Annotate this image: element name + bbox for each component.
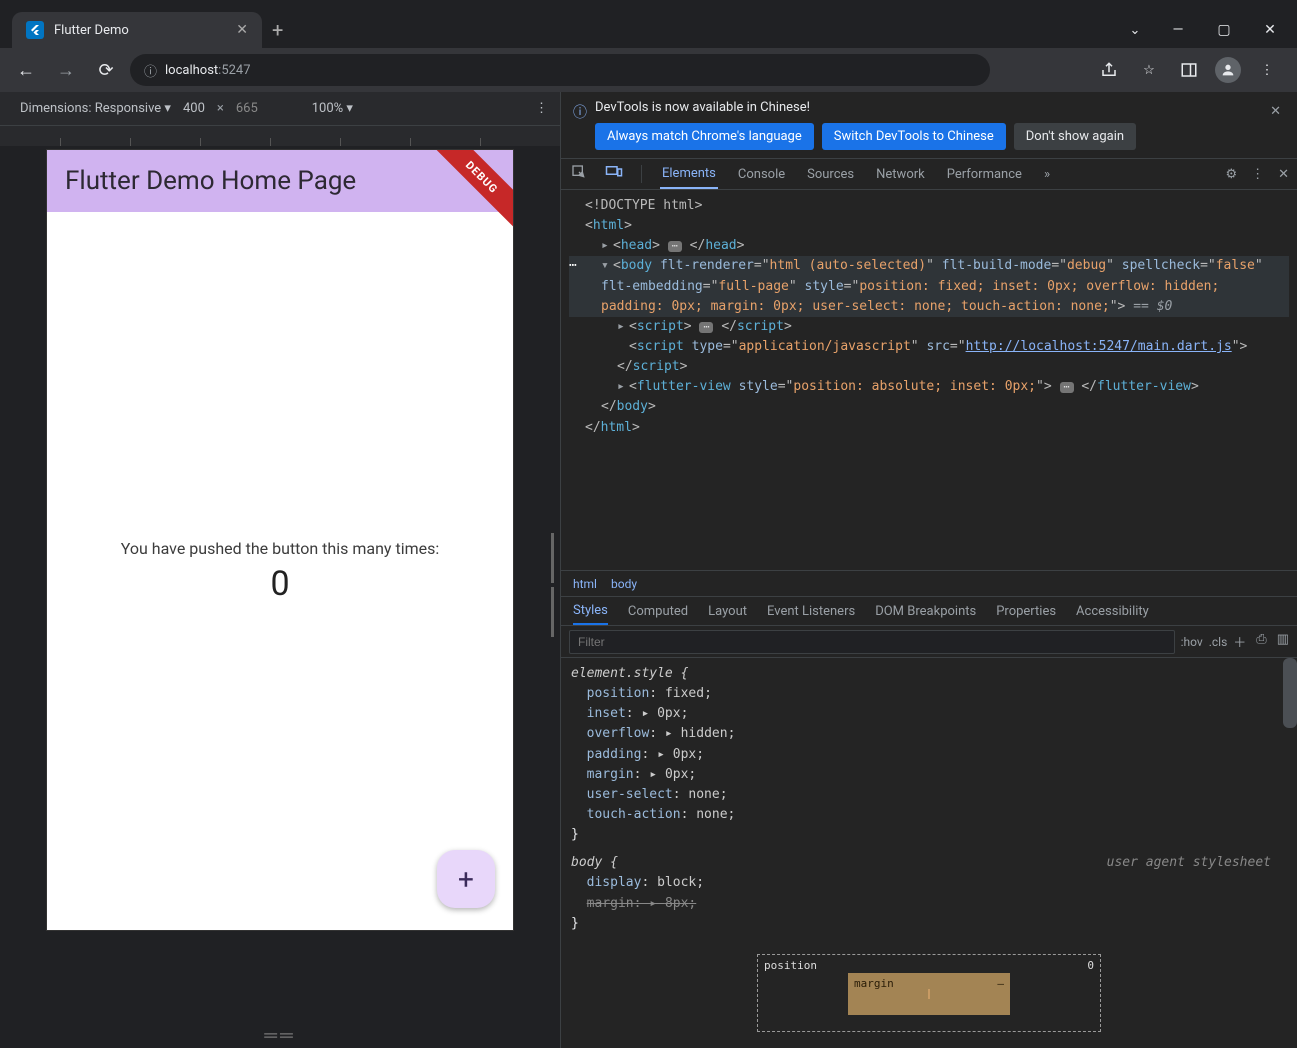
counter-value: 0 bbox=[270, 564, 289, 604]
print-icon[interactable]: ⎙ bbox=[1256, 632, 1266, 651]
devtools-notice: ⓘ DevTools is now available in Chinese! … bbox=[561, 92, 1297, 158]
side-panel-icon[interactable] bbox=[1175, 56, 1203, 84]
switch-language-button[interactable]: Switch DevTools to Chinese bbox=[822, 123, 1006, 150]
url-port: :5247 bbox=[218, 63, 250, 78]
simulated-viewport[interactable]: Flutter Demo Home Page DEBUG You have pu… bbox=[47, 150, 513, 930]
dimension-x: × bbox=[217, 101, 224, 116]
elements-breadcrumb: html body bbox=[561, 570, 1297, 596]
counter-message: You have pushed the button this many tim… bbox=[121, 539, 439, 558]
back-button[interactable]: ← bbox=[10, 54, 42, 86]
url-host: localhost bbox=[165, 63, 218, 78]
devtools-tabs: Elements Console Sources Network Perform… bbox=[561, 158, 1297, 190]
tab-layout[interactable]: Layout bbox=[708, 597, 747, 625]
window-controls: ⌄ — ▢ ✕ bbox=[1115, 12, 1293, 48]
dimensions-dropdown[interactable]: Dimensions: Responsive ▾ bbox=[20, 101, 171, 116]
viewport-width[interactable]: 400 bbox=[183, 101, 205, 116]
appbar-title: Flutter Demo Home Page bbox=[65, 166, 356, 196]
flutter-icon bbox=[26, 21, 44, 39]
styles-body[interactable]: element.style { position: fixed; inset: … bbox=[561, 658, 1297, 1048]
gear-icon[interactable]: ⚙ bbox=[1225, 167, 1237, 182]
tab-sources[interactable]: Sources bbox=[805, 159, 856, 189]
more-icon[interactable]: ⋮ bbox=[535, 101, 548, 116]
share-icon[interactable] bbox=[1095, 56, 1123, 84]
omnibox[interactable]: ⓘ localhost:5247 bbox=[130, 54, 990, 86]
tabs-more[interactable]: » bbox=[1042, 159, 1052, 189]
close-icon[interactable]: ✕ bbox=[1278, 167, 1289, 182]
notice-text: DevTools is now available in Chinese! bbox=[595, 100, 1258, 115]
plus-icon[interactable]: ＋ bbox=[1233, 632, 1246, 651]
devtools-pane: ⓘ DevTools is now available in Chinese! … bbox=[560, 92, 1297, 1048]
device-pane: Dimensions: Responsive ▾ 400 × 665 100% … bbox=[0, 92, 560, 1048]
element-style-rule: element.style { bbox=[571, 664, 1287, 684]
device-mode-icon[interactable] bbox=[605, 165, 623, 183]
panel-icon[interactable]: ▥ bbox=[1277, 632, 1289, 651]
inspect-icon[interactable] bbox=[571, 164, 587, 184]
reload-button[interactable]: ⟳ bbox=[90, 54, 122, 86]
window-titlebar: Flutter Demo ✕ + ⌄ — ▢ ✕ bbox=[0, 0, 1297, 48]
device-toolbar: Dimensions: Responsive ▾ 400 × 665 100% … bbox=[0, 92, 560, 126]
address-bar: ← → ⟳ ⓘ localhost:5247 ☆ ⋮ bbox=[0, 48, 1297, 92]
zoom-dropdown[interactable]: 100% ▾ bbox=[312, 101, 353, 116]
close-icon[interactable]: ✕ bbox=[236, 22, 248, 38]
menu-icon[interactable]: ⋮ bbox=[1253, 56, 1281, 84]
filter-input[interactable] bbox=[569, 630, 1175, 654]
info-icon: ⓘ bbox=[144, 61, 157, 80]
ruler bbox=[0, 126, 560, 146]
tab-computed[interactable]: Computed bbox=[628, 597, 688, 625]
app-body: You have pushed the button this many tim… bbox=[47, 212, 513, 930]
forward-button[interactable]: → bbox=[50, 54, 82, 86]
styles-tabs: Styles Computed Layout Event Listeners D… bbox=[561, 596, 1297, 626]
tab-event-listeners[interactable]: Event Listeners bbox=[767, 597, 855, 625]
drag-indicator[interactable]: ══ bbox=[0, 1023, 560, 1048]
match-language-button[interactable]: Always match Chrome's language bbox=[595, 123, 814, 150]
crumb-html[interactable]: html bbox=[573, 577, 597, 591]
tab-elements[interactable]: Elements bbox=[660, 159, 718, 189]
tab-dom-breakpoints[interactable]: DOM Breakpoints bbox=[875, 597, 976, 625]
maximize-button[interactable]: ▢ bbox=[1201, 12, 1247, 48]
tab-styles[interactable]: Styles bbox=[573, 597, 608, 625]
more-icon[interactable]: ⋮ bbox=[1251, 167, 1264, 182]
tab-title: Flutter Demo bbox=[54, 23, 226, 38]
scrollbar[interactable] bbox=[1283, 658, 1297, 728]
tab-console[interactable]: Console bbox=[736, 159, 787, 189]
styles-filter-row: :hov .cls ＋ ⎙ ▥ bbox=[561, 626, 1297, 658]
box-model: position 0 margin – bbox=[571, 934, 1287, 1032]
body-rule: body { bbox=[571, 855, 618, 870]
tab-properties[interactable]: Properties bbox=[996, 597, 1056, 625]
flutter-appbar: Flutter Demo Home Page bbox=[47, 150, 513, 212]
new-tab-button[interactable]: + bbox=[272, 18, 283, 42]
hov-toggle[interactable]: :hov bbox=[1181, 635, 1203, 649]
tab-accessibility[interactable]: Accessibility bbox=[1076, 597, 1149, 625]
info-icon: ⓘ bbox=[573, 102, 587, 122]
elements-tree[interactable]: <!DOCTYPE html> <html> ▸<head> ⋯ </head>… bbox=[561, 190, 1297, 570]
dont-show-button[interactable]: Don't show again bbox=[1014, 123, 1136, 150]
resize-handle[interactable] bbox=[551, 533, 554, 637]
fab-add-button[interactable]: + bbox=[437, 850, 495, 908]
tab-performance[interactable]: Performance bbox=[945, 159, 1024, 189]
crumb-body[interactable]: body bbox=[611, 577, 637, 591]
viewport-height[interactable]: 665 bbox=[236, 101, 258, 116]
browser-tab-active[interactable]: Flutter Demo ✕ bbox=[12, 12, 262, 48]
close-icon[interactable]: ✕ bbox=[1266, 100, 1285, 123]
profile-avatar[interactable] bbox=[1215, 57, 1241, 83]
close-button[interactable]: ✕ bbox=[1247, 12, 1293, 48]
cls-toggle[interactable]: .cls bbox=[1209, 635, 1228, 649]
bookmark-icon[interactable]: ☆ bbox=[1135, 56, 1163, 84]
chevron-down-icon[interactable]: ⌄ bbox=[1115, 12, 1155, 48]
browser-tabs: Flutter Demo ✕ + bbox=[0, 12, 283, 48]
doctype: <!DOCTYPE html> bbox=[569, 196, 1289, 216]
minimize-button[interactable]: — bbox=[1155, 12, 1201, 48]
tab-network[interactable]: Network bbox=[874, 159, 927, 189]
ua-label: user agent stylesheet bbox=[1107, 853, 1271, 873]
